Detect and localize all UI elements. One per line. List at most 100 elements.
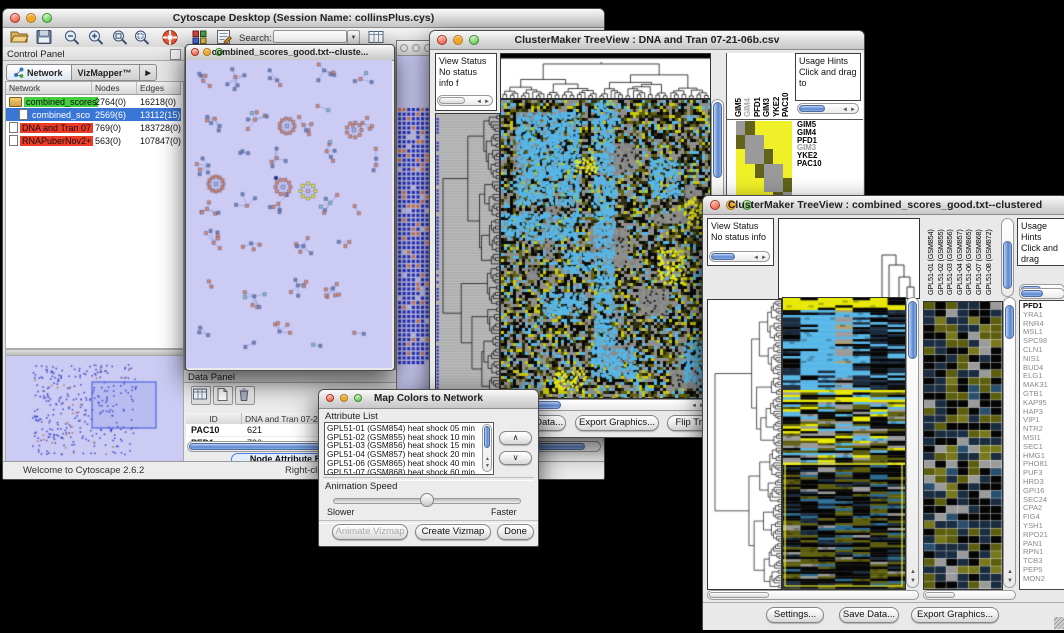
zoom-in-icon[interactable] — [87, 29, 107, 46]
network-table-header[interactable]: Network Nodes Edges — [6, 82, 181, 95]
minimize-button[interactable] — [412, 44, 420, 52]
matrix-cell[interactable] — [773, 149, 782, 163]
matrix-cell[interactable] — [736, 135, 745, 149]
matrix-cell[interactable] — [745, 121, 754, 135]
genelist-hscrollbar[interactable] — [1019, 288, 1064, 299]
matrix-cell[interactable] — [736, 121, 745, 135]
scroll-thumb[interactable] — [709, 592, 769, 598]
view-status-scrollbar[interactable]: ◄► — [437, 95, 493, 106]
matrix-cell[interactable] — [773, 178, 782, 192]
matrix-cell[interactable] — [783, 178, 792, 192]
create-vizmap-button[interactable]: Create Vizmap — [415, 524, 491, 540]
scroll-thumb[interactable] — [711, 253, 735, 260]
gene-label[interactable]: PAC10 — [797, 160, 822, 168]
main-titlebar[interactable]: Cytoscape Desktop (Session Name: collins… — [3, 9, 604, 28]
search-dropdown-button[interactable]: ▼ — [347, 30, 360, 45]
col-edges[interactable]: Edges — [137, 82, 181, 94]
matrix-cell[interactable] — [755, 164, 764, 178]
animate-vizmap-button[interactable]: Animate Vizmap — [332, 524, 408, 540]
matrix-cell[interactable] — [755, 149, 764, 163]
matrix-cell[interactable] — [745, 178, 754, 192]
heatmap-main[interactable] — [500, 99, 711, 399]
matrix-cell[interactable] — [764, 178, 773, 192]
close-button[interactable] — [400, 44, 408, 52]
attribute-list[interactable]: GPL51-01 (GSM854) heat shock 05 minGPL51… — [324, 422, 494, 475]
heatmap-vscrollbar[interactable]: ▲▼ — [906, 297, 919, 588]
vscroll-thumb[interactable] — [1003, 241, 1012, 289]
network-row[interactable]: RNAPuberNov2+ 563(0) 107847(0) — [6, 134, 181, 147]
bottom-hscrollbar-right[interactable] — [923, 590, 1016, 600]
col-nodes[interactable]: Nodes — [92, 82, 137, 94]
scroll-thumb[interactable] — [1021, 290, 1043, 297]
matrix-cell[interactable] — [745, 164, 754, 178]
save-data-button[interactable]: Save Data... — [839, 607, 899, 623]
treeview1-titlebar[interactable]: ClusterMaker TreeView : DNA and Tran 07-… — [430, 31, 864, 50]
heatmap-zoom[interactable] — [923, 301, 1003, 590]
data-col-id[interactable]: ID — [186, 413, 242, 424]
matrix-cell[interactable] — [783, 121, 792, 135]
scroll-thumb[interactable] — [925, 592, 955, 598]
resize-grip[interactable] — [1054, 617, 1064, 629]
matrix-cell[interactable] — [783, 135, 792, 149]
help-lifesaver-icon[interactable] — [161, 29, 181, 46]
matrix-cell[interactable] — [736, 164, 745, 178]
zoom-vscrollbar[interactable]: ▲▼ — [1003, 297, 1016, 588]
network-canvas[interactable] — [186, 60, 392, 368]
matrix-cell[interactable] — [736, 149, 745, 163]
export-graphics-button[interactable]: Export Graphics... — [911, 607, 999, 623]
network-overview[interactable] — [5, 355, 184, 462]
search-input[interactable] — [273, 30, 347, 43]
done-button[interactable]: Done — [497, 524, 534, 540]
matrix-cell[interactable] — [773, 121, 782, 135]
view-status-scrollbar[interactable]: ◄► — [709, 251, 770, 262]
settings-button[interactable]: Settings... — [766, 607, 824, 623]
vscroll-thumb[interactable] — [713, 102, 722, 178]
treeview2-titlebar[interactable]: ClusterMaker TreeView : combined_scores_… — [703, 196, 1064, 215]
speed-slider-thumb[interactable] — [420, 493, 434, 507]
dialog-titlebar[interactable]: Map Colors to Network — [319, 390, 538, 409]
matrix-cell[interactable] — [773, 164, 782, 178]
zoom-out-icon[interactable] — [63, 29, 83, 46]
open-session-button[interactable] — [9, 29, 29, 46]
tab-vizmapper[interactable]: VizMapper™ — [72, 64, 141, 81]
matrix-cell[interactable] — [755, 135, 764, 149]
matrix-cell[interactable] — [764, 149, 773, 163]
background-window-titlebar[interactable] — [397, 41, 432, 56]
zoom-fit-icon[interactable] — [111, 29, 131, 46]
network-row[interactable]: DNA and Tran 07 769(0) 183728(0) — [6, 121, 181, 134]
matrix-cell[interactable] — [783, 164, 792, 178]
network-window-titlebar[interactable]: combined_scores_good.txt--cluste... — [186, 45, 394, 61]
vscroll-thumb[interactable] — [908, 301, 917, 359]
attribute-item[interactable]: GPL51-07 (GSM868) heat shock 60 min — [327, 468, 491, 475]
overview-thumbnail[interactable] — [6, 356, 181, 459]
labels-vscrollbar[interactable] — [1001, 218, 1014, 297]
save-session-button[interactable] — [35, 29, 55, 46]
scroll-thumb[interactable] — [484, 426, 490, 448]
zoom-heatmap-matrix[interactable] — [736, 121, 792, 206]
zoom-selected-icon[interactable] — [133, 29, 153, 46]
move-down-button[interactable]: ∨ — [499, 451, 532, 465]
bottom-hscrollbar-left[interactable] — [707, 590, 919, 600]
matrix-cell[interactable] — [745, 149, 754, 163]
usage-scrollbar[interactable]: ◄► — [797, 103, 859, 114]
attribute-select-icon[interactable] — [191, 386, 211, 405]
matrix-cell[interactable] — [764, 164, 773, 178]
delete-attribute-icon[interactable] — [235, 386, 255, 405]
tab-overflow-button[interactable]: ▶ — [140, 64, 156, 81]
scroll-thumb[interactable] — [799, 105, 825, 112]
matrix-cell[interactable] — [773, 135, 782, 149]
row-dendrogram[interactable] — [707, 299, 782, 590]
heatmap-main[interactable] — [782, 297, 906, 590]
matrix-cell[interactable] — [764, 121, 773, 135]
attribute-list-scrollbar[interactable]: ▲ ▼ — [482, 424, 492, 472]
scroll-thumb[interactable] — [439, 97, 465, 104]
matrix-cell[interactable] — [764, 135, 773, 149]
matrix-cell[interactable] — [755, 121, 764, 135]
float-panel-icon[interactable] — [170, 49, 181, 60]
tab-network[interactable]: Network — [6, 64, 72, 81]
row-dendrogram[interactable] — [435, 113, 500, 399]
move-up-button[interactable]: ∧ — [499, 431, 532, 445]
network-row[interactable]: combined_sco 2569(6) 13112(15) — [6, 108, 181, 121]
network-row[interactable]: combined_scores 2764(0) 16218(0) — [6, 95, 181, 108]
gene-label[interactable]: MON2 — [1023, 575, 1064, 584]
